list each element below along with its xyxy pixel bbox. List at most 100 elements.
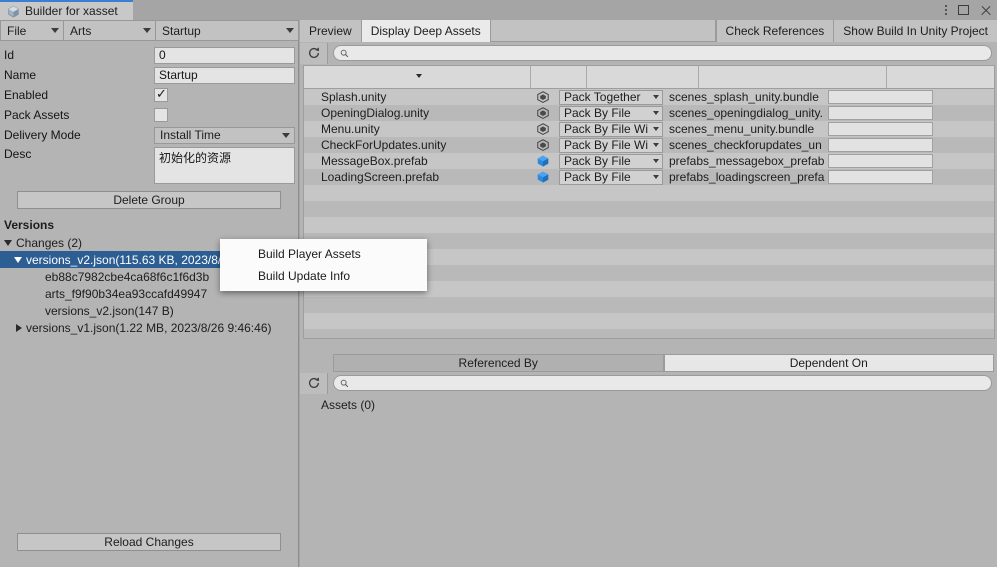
pack-mode-dropdown[interactable]: Pack By File [559,153,663,169]
check-references-button[interactable]: Check References [715,20,835,42]
build-select-dropdown[interactable]: Startup [156,20,299,41]
chevron-down-icon [653,159,659,163]
table-row[interactable]: Menu.unity Pack By File Wi scenes_menu_u… [304,121,994,137]
detail-assets-count: Assets (0) [321,398,376,412]
bundle-name: scenes_splash_unity.bundle [669,90,819,104]
field-row-pack-assets: Pack Assets [0,105,298,125]
extra-field[interactable] [828,138,933,152]
pack-mode-dropdown[interactable]: Pack By File Wi [559,121,663,137]
pack-mode-dropdown[interactable]: Pack By File [559,169,663,185]
file-menu-dropdown[interactable]: File [0,20,64,41]
preview-button[interactable]: Preview [300,20,362,42]
chevron-down-icon [286,28,294,33]
pack-assets-checkbox[interactable] [154,108,168,122]
tab-dependent-on-label: Dependent On [789,356,868,370]
field-label-id: Id [4,48,15,62]
chevron-down-icon [653,111,659,115]
field-row-delivery-mode: Delivery Mode Install Time [0,125,298,145]
group-select-dropdown[interactable]: Arts [64,20,156,41]
enabled-checkbox[interactable] [154,86,168,102]
window-tab-builder[interactable]: Builder for xasset [0,0,133,20]
delete-group-label: Delete Group [113,193,185,207]
refresh-button[interactable] [300,42,328,64]
left-panel: File Arts Startup Id 0 Name Startup Enab… [0,20,299,567]
delivery-mode-dropdown[interactable]: Install Time [154,126,295,144]
tab-referenced-by[interactable]: Referenced By [333,354,664,372]
detail-body [303,414,994,564]
asset-name: LoadingScreen.prefab [321,170,440,184]
id-field[interactable]: 0 [154,46,295,64]
tab-dependent-on[interactable]: Dependent On [663,354,994,372]
desc-field-value: 初始化的资源 [159,151,232,165]
pack-mode-value: Pack Together [564,90,641,104]
asset-column-headers[interactable] [303,65,995,89]
search-icon [340,379,349,387]
table-row-empty [304,313,994,329]
table-row[interactable]: CheckForUpdates.unity Pack By File Wi sc… [304,137,994,153]
extra-field[interactable] [828,90,933,104]
extra-field[interactable] [828,154,933,168]
prefab-icon [532,154,554,168]
asset-name: CheckForUpdates.unity [321,138,447,152]
asset-search-bar [300,42,997,64]
file-menu-label: File [7,23,27,38]
field-label-pack-assets: Pack Assets [4,108,70,122]
tree-item-label: versions_v1.json(1.22 MB, 2023/8/26 9:46… [26,320,272,335]
chevron-down-icon [282,132,290,138]
context-menu: Build Player Assets Build Update Info [220,239,427,291]
chevron-down-icon [51,28,59,33]
extra-field[interactable] [828,106,933,120]
table-row[interactable]: OpeningDialog.unity Pack By File scenes_… [304,105,994,121]
unity-scene-icon [532,138,554,152]
tree-item-versions-v1[interactable]: versions_v1.json(1.22 MB, 2023/8/26 9:46… [0,319,298,336]
table-row-empty [304,217,994,233]
field-label-enabled: Enabled [4,88,49,102]
left-toolbar: File Arts Startup [0,20,299,41]
window-tab-label: Builder for xasset [25,4,118,18]
detail-refresh-button[interactable] [300,372,328,394]
bundle-name: scenes_checkforupdates_un [669,138,822,152]
chevron-down-icon [653,127,659,131]
display-deep-assets-button[interactable]: Display Deep Assets [361,20,491,42]
show-build-in-unity-project-button[interactable]: Show Build In Unity Project [834,20,997,42]
close-icon[interactable] [980,5,991,16]
chevron-down-icon[interactable] [4,239,12,246]
context-menu-item-build-player-assets[interactable]: Build Player Assets [220,243,427,265]
maximize-icon[interactable] [958,5,969,15]
chevron-down-icon[interactable] [14,256,22,263]
title-bar: Builder for xasset [0,0,997,20]
show-build-label: Show Build In Unity Project [843,24,988,38]
table-row[interactable]: LoadingScreen.prefab Pack By File prefab… [304,169,994,185]
delete-group-button[interactable]: Delete Group [17,191,281,209]
tree-item-versions-v2-small[interactable]: versions_v2.json(147 B) [0,302,298,319]
preview-label: Preview [309,24,352,38]
more-vertical-icon[interactable] [945,5,947,15]
chevron-right-icon[interactable] [16,323,22,332]
search-input[interactable] [333,45,992,61]
reload-changes-button[interactable]: Reload Changes [17,533,281,551]
pack-mode-dropdown[interactable]: Pack Together [559,89,663,105]
check-references-label: Check References [725,24,825,38]
tab-referenced-by-label: Referenced By [458,356,538,370]
refresh-icon [308,47,319,58]
window-controls [945,0,991,20]
right-toolbar: Preview Display Deep Assets Check Refere… [300,20,997,42]
table-row-empty [304,201,994,217]
name-field[interactable]: Startup [154,66,295,84]
detail-search-input[interactable] [333,375,992,391]
extra-field[interactable] [828,122,933,136]
field-row-name: Name Startup [0,65,298,85]
pack-mode-dropdown[interactable]: Pack By File Wi [559,137,663,153]
pack-mode-dropdown[interactable]: Pack By File [559,105,663,121]
tree-item-label: arts_f9f90b34ea93ccafd49947 [45,286,208,301]
chevron-down-icon [653,143,659,147]
extra-field[interactable] [828,170,933,184]
asset-list: Splash.unity Pack Together scenes_splash… [303,89,995,339]
desc-field[interactable]: 初始化的资源 [154,147,295,184]
table-row[interactable]: Splash.unity Pack Together scenes_splash… [304,89,994,105]
context-menu-item-build-update-info[interactable]: Build Update Info [220,265,427,287]
table-row[interactable]: MessageBox.prefab Pack By File prefabs_m… [304,153,994,169]
pack-mode-value: Pack By File [564,154,631,168]
field-row-id: Id 0 [0,45,298,65]
display-deep-assets-label: Display Deep Assets [370,24,481,38]
